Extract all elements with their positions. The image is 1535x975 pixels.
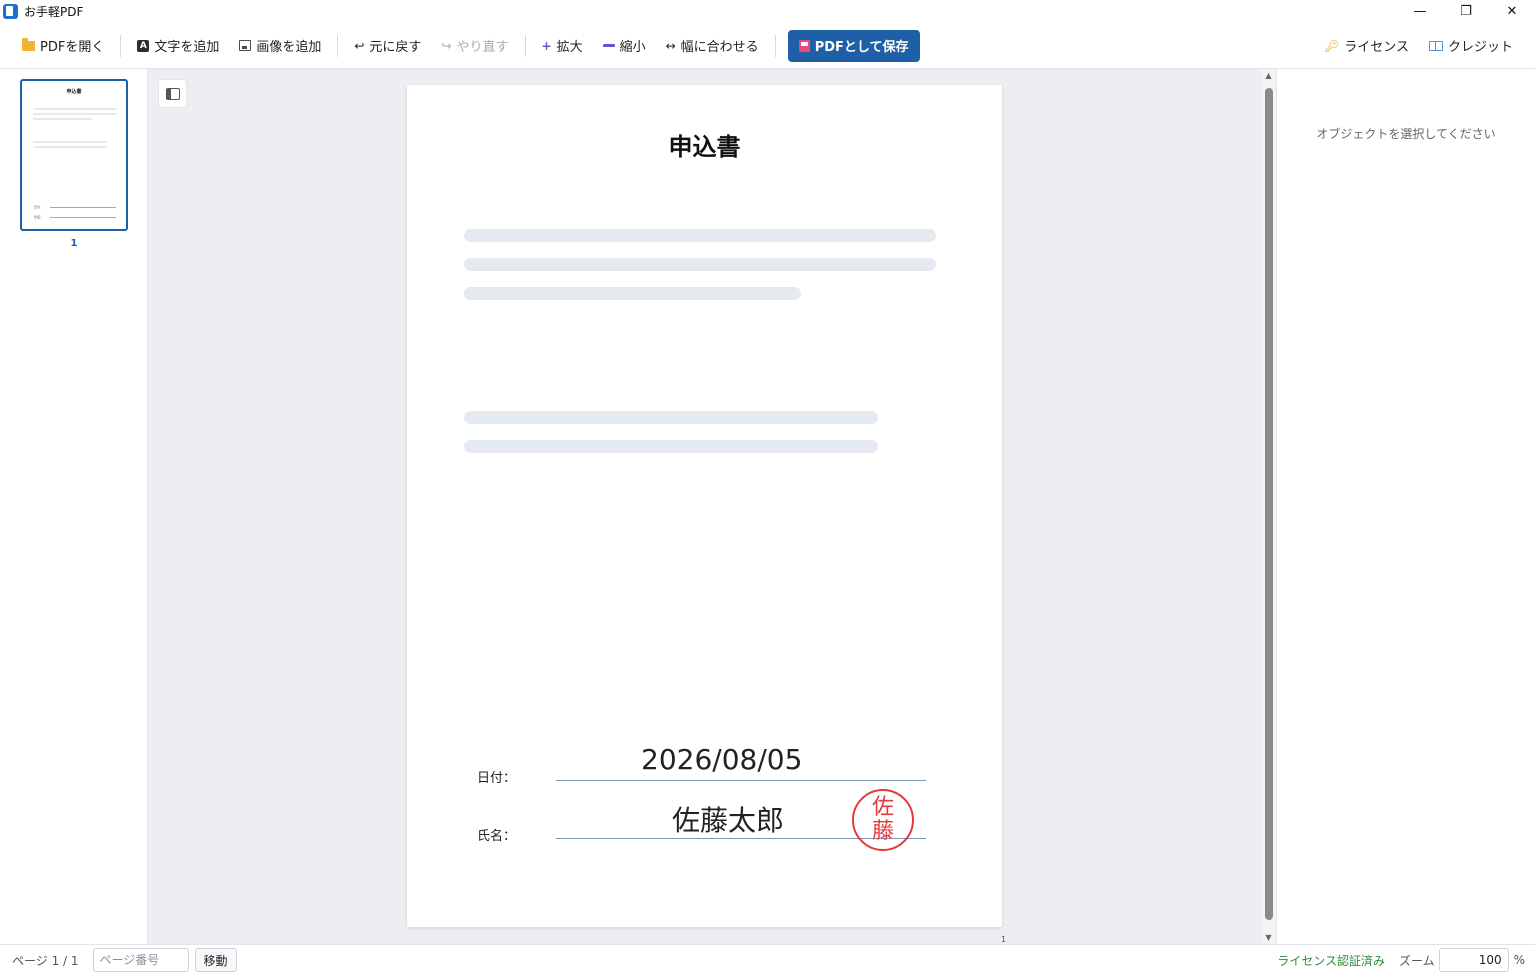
redo-button[interactable]: ↪ やり直す: [431, 30, 518, 62]
zoom-unit: %: [1513, 953, 1525, 967]
seal-char: 藤: [871, 819, 894, 844]
fit-width-button[interactable]: ↔ 幅に合わせる: [656, 30, 769, 62]
add-image-button[interactable]: 画像を追加: [229, 30, 331, 62]
undo-label: 元に戻す: [369, 40, 422, 55]
date-underline: [556, 780, 926, 781]
properties-hint: オブジェクトを選択してください: [1316, 127, 1496, 141]
title-bar: お手軽PDF — ❐ ✕: [0, 0, 1535, 23]
placeholder-line: [464, 411, 878, 424]
page-number-input[interactable]: [92, 948, 189, 972]
image-icon: [239, 40, 252, 51]
book-icon: [1428, 40, 1443, 51]
save-pdf-label: PDFとして保存: [814, 40, 909, 55]
name-field-label: 氏名：: [477, 829, 517, 844]
scroll-up-icon[interactable]: ▲: [1264, 71, 1273, 80]
close-button[interactable]: ✕: [1489, 0, 1535, 23]
zoom-label: ズーム: [1398, 953, 1435, 968]
document-canvas[interactable]: 申込書 日付： 2026/08/05 氏名： 佐藤太郎 佐 藤 1: [148, 69, 1261, 944]
text-icon: A: [137, 39, 150, 52]
name-field-value[interactable]: 佐藤太郎: [672, 799, 784, 839]
placeholder-line: [464, 440, 878, 453]
zoom-in-button[interactable]: + 拡大: [532, 30, 593, 62]
thumbnail-name-label: 氏名：: [34, 215, 44, 219]
placeholder-line: [464, 229, 936, 242]
maximize-button[interactable]: ❐: [1443, 0, 1489, 23]
status-right-group: ライセンス認証済み ズーム %: [1277, 948, 1525, 972]
pdf-page[interactable]: 申込書 日付： 2026/08/05 氏名： 佐藤太郎 佐 藤: [407, 85, 1002, 927]
app-logo-icon: [3, 4, 18, 19]
go-to-page-button[interactable]: 移動: [194, 948, 237, 972]
window-controls: — ❐ ✕: [1397, 0, 1535, 23]
save-icon: [798, 39, 810, 52]
folder-icon: [22, 37, 35, 51]
license-button[interactable]: 🔑︎ ライセンス: [1314, 30, 1419, 62]
zoom-in-label: 拡大: [556, 40, 583, 55]
document-title: 申込書: [668, 132, 741, 161]
thumbnail-line: [33, 118, 93, 120]
date-field-label: 日付：: [477, 771, 517, 786]
add-image-label: 画像を追加: [256, 40, 322, 55]
sidebar-toggle-button[interactable]: [158, 79, 187, 108]
placeholder-line: [464, 287, 801, 300]
page-thumbnail[interactable]: 申込書 日付： 氏名：: [20, 79, 128, 231]
toolbar: PDFを開く A 文字を追加 画像を追加 ↩ 元に戻す ↪ やり直す + 拡大 …: [0, 23, 1535, 69]
thumbnail-line: [33, 108, 117, 110]
toolbar-divider: [774, 34, 776, 57]
thumbnail-title: 申込書: [66, 89, 82, 95]
thumbnail-page-label: 1: [70, 238, 78, 249]
thumbnail-line: [33, 113, 117, 115]
license-label: ライセンス: [1344, 40, 1409, 55]
minimize-button[interactable]: —: [1397, 0, 1443, 23]
seal-char: 佐: [871, 795, 894, 820]
fit-width-icon: ↔: [665, 38, 676, 53]
page-number: 1: [1001, 935, 1007, 944]
scroll-down-icon[interactable]: ▼: [1264, 933, 1273, 942]
credits-label: クレジット: [1447, 40, 1513, 55]
zoom-out-label: 縮小: [619, 40, 646, 55]
add-text-button[interactable]: A 文字を追加: [127, 30, 229, 62]
plus-icon: +: [541, 38, 552, 53]
add-text-label: 文字を追加: [154, 40, 220, 55]
open-pdf-label: PDFを開く: [40, 40, 105, 55]
page-indicator: ページ 1 / 1: [12, 953, 79, 968]
zoom-out-button[interactable]: 縮小: [593, 30, 656, 62]
minus-icon: [602, 44, 615, 47]
scrollbar-thumb[interactable]: [1265, 88, 1273, 920]
thumbnail-underline: [50, 207, 116, 208]
thumbnail-date-label: 日付：: [34, 205, 44, 209]
toolbar-divider: [337, 34, 339, 57]
toolbar-right-group: 🔑︎ ライセンス クレジット: [1314, 30, 1523, 62]
toolbar-divider: [524, 34, 526, 57]
key-icon: 🔑︎: [1324, 38, 1340, 53]
date-field-value[interactable]: 2026/08/05: [641, 743, 802, 776]
undo-icon: ↩: [354, 38, 365, 53]
toolbar-divider: [120, 34, 122, 57]
status-bar: ページ 1 / 1 移動 ライセンス認証済み ズーム %: [0, 944, 1535, 975]
fit-width-label: 幅に合わせる: [680, 40, 759, 55]
zoom-input[interactable]: [1438, 948, 1509, 972]
thumbnail-line: [33, 141, 107, 143]
properties-panel: オブジェクトを選択してください: [1276, 69, 1535, 944]
license-status: ライセンス認証済み: [1277, 953, 1385, 968]
open-pdf-button[interactable]: PDFを開く: [12, 30, 114, 62]
thumbnail-underline: [50, 217, 116, 218]
redo-label: やり直す: [456, 40, 509, 55]
placeholder-line: [464, 258, 936, 271]
sidebar-panel-icon: [165, 87, 180, 100]
vertical-scrollbar[interactable]: ▲ ▼: [1261, 69, 1276, 944]
redo-icon: ↪: [441, 38, 452, 53]
seal-stamp[interactable]: 佐 藤: [852, 789, 914, 851]
thumbnail-panel: 申込書 日付： 氏名： 1: [0, 69, 148, 944]
window-title: お手軽PDF: [24, 5, 84, 19]
thumbnail-line: [33, 146, 107, 148]
credits-button[interactable]: クレジット: [1419, 30, 1523, 62]
save-pdf-button[interactable]: PDFとして保存: [787, 29, 920, 62]
undo-button[interactable]: ↩ 元に戻す: [344, 30, 431, 62]
